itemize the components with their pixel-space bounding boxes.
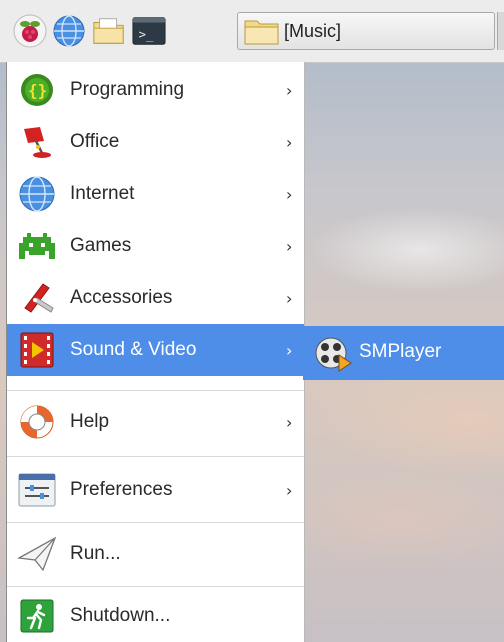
- run-paperplane-icon: [17, 534, 57, 574]
- help-lifebuoy-icon: [17, 402, 57, 442]
- menu-item-shutdown[interactable]: Shutdown...: [7, 590, 304, 642]
- menu-item-programming[interactable]: {} Programming ›: [7, 64, 304, 116]
- submenu-arrow-icon: ›: [286, 480, 293, 500]
- office-lamp-icon: [17, 122, 57, 162]
- taskbar-edge: [497, 12, 504, 50]
- submenu-arrow-icon: ›: [286, 288, 293, 308]
- smplayer-icon: [311, 332, 355, 374]
- internet-globe-icon: [17, 174, 57, 214]
- menu-separator: [7, 586, 304, 587]
- top-panel: >_ [Music]: [0, 0, 504, 63]
- preferences-icon: [17, 470, 57, 510]
- menu-item-label: Preferences: [70, 479, 173, 500]
- menu-item-label: Office: [70, 131, 120, 152]
- svg-text:{}: {}: [28, 81, 47, 100]
- menu-item-office[interactable]: Office ›: [7, 116, 304, 168]
- menu-item-label: Programming: [70, 79, 185, 100]
- folder-icon: [244, 18, 280, 50]
- menu-item-sound-video[interactable]: Sound & Video ›: [7, 324, 304, 376]
- menu-separator: [7, 522, 304, 523]
- submenu-arrow-icon: ›: [286, 132, 293, 152]
- submenu-arrow-icon: ›: [286, 236, 293, 256]
- web-browser-globe-icon[interactable]: [52, 14, 86, 48]
- menu-item-label: Help: [70, 411, 110, 432]
- submenu-arrow-icon: ›: [286, 184, 293, 204]
- menu-separator: [7, 390, 304, 391]
- sound-video-submenu: SMPlayer: [303, 326, 504, 380]
- menu-item-label: Sound & Video: [70, 339, 197, 360]
- raspberry-menu-icon[interactable]: [13, 14, 47, 48]
- menu-item-label: Accessories: [70, 287, 173, 308]
- games-invader-icon: [17, 226, 57, 266]
- menu-item-internet[interactable]: Internet ›: [7, 168, 304, 220]
- submenu-arrow-icon: ›: [286, 340, 293, 360]
- menu-item-label: Internet: [70, 183, 135, 204]
- sound-video-icon: [17, 330, 57, 370]
- menu-item-accessories[interactable]: Accessories ›: [7, 272, 304, 324]
- menu-item-label: Games: [70, 235, 132, 256]
- shutdown-exit-icon: [17, 596, 57, 636]
- file-manager-icon[interactable]: [92, 14, 126, 48]
- programming-icon: {}: [17, 70, 57, 110]
- submenu-arrow-icon: ›: [286, 412, 293, 432]
- applications-menu: {} Programming › Office › Internet › Gam…: [6, 62, 305, 642]
- terminal-icon[interactable]: >_: [132, 14, 166, 48]
- menu-item-games[interactable]: Games ›: [7, 220, 304, 272]
- menu-separator: [7, 456, 304, 457]
- menu-item-label: Run...: [70, 543, 121, 564]
- submenu-item-label: SMPlayer: [359, 341, 442, 362]
- menu-item-preferences[interactable]: Preferences ›: [7, 464, 304, 516]
- menu-item-run[interactable]: Run...: [7, 528, 304, 580]
- taskbar-button-music[interactable]: [Music]: [237, 12, 495, 50]
- accessories-knife-icon: [17, 278, 57, 318]
- submenu-arrow-icon: ›: [286, 80, 293, 100]
- menu-item-label: Shutdown...: [70, 605, 171, 626]
- svg-text:>_: >_: [139, 28, 154, 42]
- submenu-item-smplayer[interactable]: SMPlayer: [303, 326, 504, 380]
- menu-item-help[interactable]: Help ›: [7, 396, 304, 448]
- taskbar-button-label: [Music]: [284, 21, 342, 41]
